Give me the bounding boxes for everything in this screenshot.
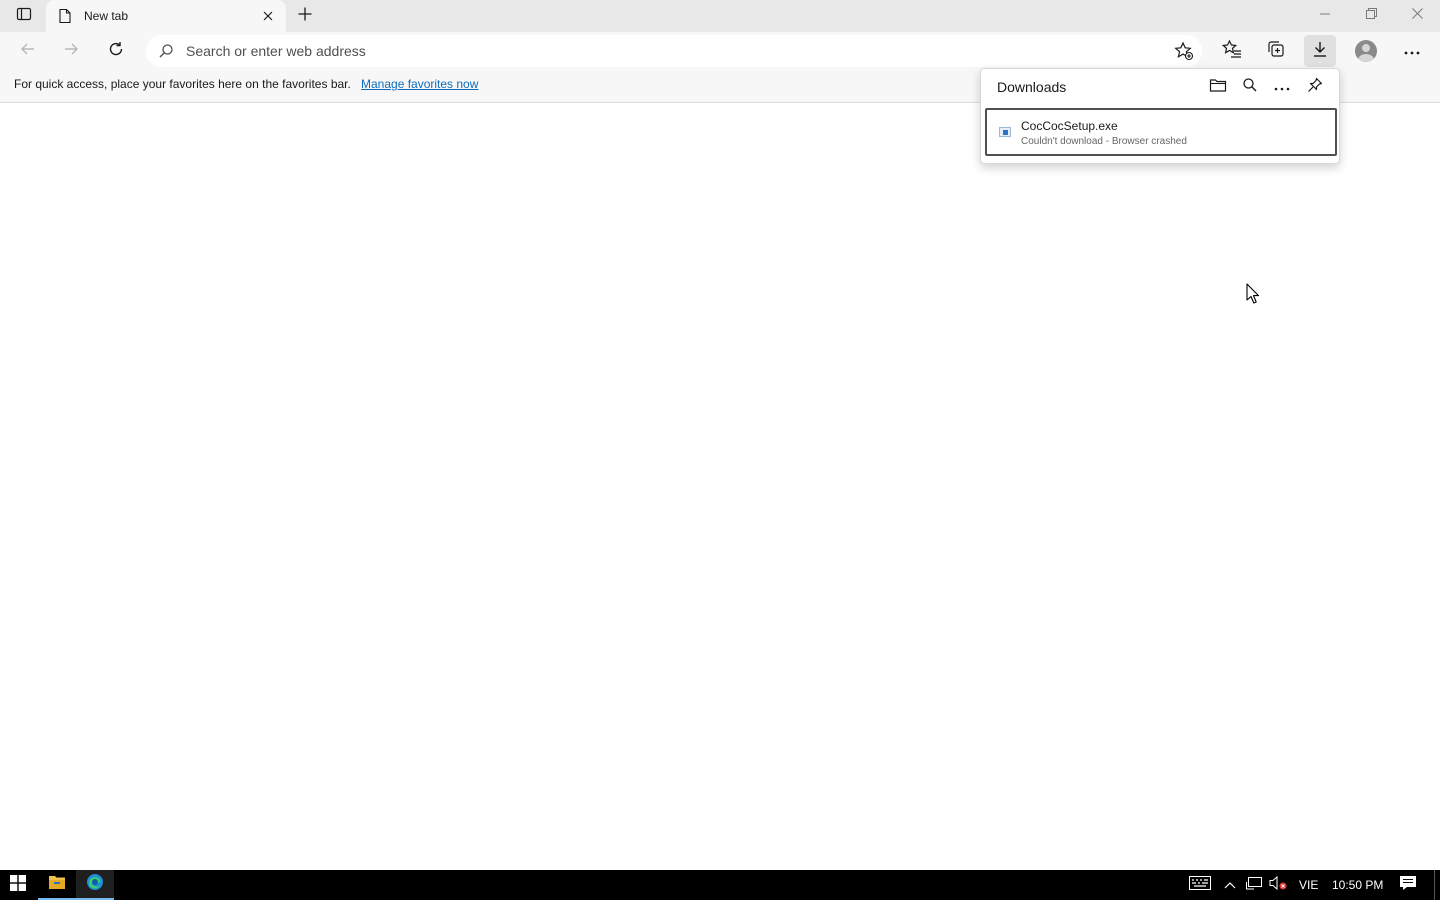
refresh-icon	[108, 41, 124, 62]
notification-icon	[1399, 875, 1417, 896]
network-button[interactable]	[1242, 870, 1266, 900]
volume-muted-icon	[1269, 875, 1287, 895]
windows-logo-icon	[10, 874, 26, 896]
minimize-button[interactable]	[1302, 0, 1348, 30]
network-icon	[1245, 876, 1263, 895]
settings-more-button[interactable]	[1396, 35, 1428, 67]
taskbar: VIE 10:50 PM	[0, 870, 1440, 900]
action-center-button[interactable]	[1394, 870, 1422, 900]
download-filename: CocCocSetup.exe	[1021, 119, 1118, 133]
show-hidden-icons-button[interactable]	[1220, 870, 1240, 900]
favorites-list-icon	[1221, 39, 1242, 64]
tab-new-tab[interactable]: New tab	[46, 0, 286, 32]
arrow-right-icon	[63, 41, 79, 62]
edge-browser-icon	[86, 873, 104, 896]
new-tab-button[interactable]	[292, 4, 318, 28]
navigation-toolbar	[0, 32, 1440, 70]
input-language-indicator[interactable]: VIE	[1299, 878, 1318, 892]
search-icon	[158, 43, 174, 64]
arrow-left-icon	[20, 41, 36, 62]
avatar	[1355, 40, 1377, 62]
mouse-cursor-icon	[1246, 283, 1260, 310]
open-downloads-folder-button[interactable]	[1205, 76, 1231, 98]
exe-file-icon	[999, 127, 1011, 137]
page-icon	[58, 8, 72, 29]
forward-button[interactable]	[55, 35, 87, 67]
plus-icon	[298, 7, 312, 26]
back-button[interactable]	[12, 35, 44, 67]
touch-keyboard-button[interactable]	[1186, 870, 1214, 900]
chevron-up-icon	[1224, 876, 1236, 894]
minimize-icon	[1320, 6, 1330, 24]
close-tab-icon[interactable]	[258, 6, 278, 26]
file-explorer-taskbar-button[interactable]	[38, 870, 76, 900]
more-horizontal-icon	[1274, 78, 1290, 96]
tab-actions-icon	[16, 6, 32, 27]
search-downloads-button[interactable]	[1237, 76, 1263, 98]
refresh-button[interactable]	[100, 35, 132, 67]
download-item[interactable]: CocCocSetup.exe Couldn't download - Brow…	[985, 108, 1337, 156]
tab-actions-button[interactable]	[8, 4, 40, 28]
close-window-button[interactable]	[1394, 0, 1440, 30]
clock[interactable]: 10:50 PM	[1332, 878, 1383, 892]
favorites-bar-message: For quick access, place your favorites h…	[14, 77, 351, 91]
folder-icon	[1209, 77, 1227, 98]
title-bar: New tab	[0, 0, 1440, 32]
downloads-more-options-button[interactable]	[1269, 76, 1295, 98]
downloads-panel: Downloads CocCocSetup.exe Couldn't downl…	[980, 68, 1340, 164]
downloads-button[interactable]	[1304, 35, 1336, 67]
favorites-button[interactable]	[1216, 35, 1248, 67]
address-bar[interactable]	[146, 35, 1202, 67]
collections-button[interactable]	[1260, 35, 1292, 67]
search-icon	[1242, 77, 1258, 98]
restore-button[interactable]	[1348, 0, 1394, 30]
manage-favorites-link[interactable]: Manage favorites now	[361, 77, 478, 91]
restore-icon	[1365, 6, 1377, 24]
address-input[interactable]	[186, 41, 1146, 61]
edge-taskbar-button[interactable]	[76, 870, 114, 900]
show-desktop-divider[interactable]	[1434, 870, 1435, 900]
more-horizontal-icon	[1404, 42, 1420, 60]
profile-button[interactable]	[1350, 35, 1382, 67]
close-icon	[1411, 6, 1423, 24]
folder-icon	[48, 874, 66, 895]
keyboard-icon	[1189, 875, 1211, 895]
collections-icon	[1266, 39, 1286, 64]
add-favorite-icon[interactable]	[1172, 39, 1196, 63]
download-status: Couldn't download - Browser crashed	[1021, 136, 1187, 147]
pin-downloads-button[interactable]	[1302, 76, 1328, 98]
tab-title: New tab	[84, 9, 129, 23]
pin-icon	[1307, 77, 1323, 98]
download-icon	[1311, 40, 1329, 63]
start-button[interactable]	[0, 870, 36, 900]
volume-button[interactable]	[1266, 870, 1290, 900]
downloads-title: Downloads	[997, 79, 1067, 95]
